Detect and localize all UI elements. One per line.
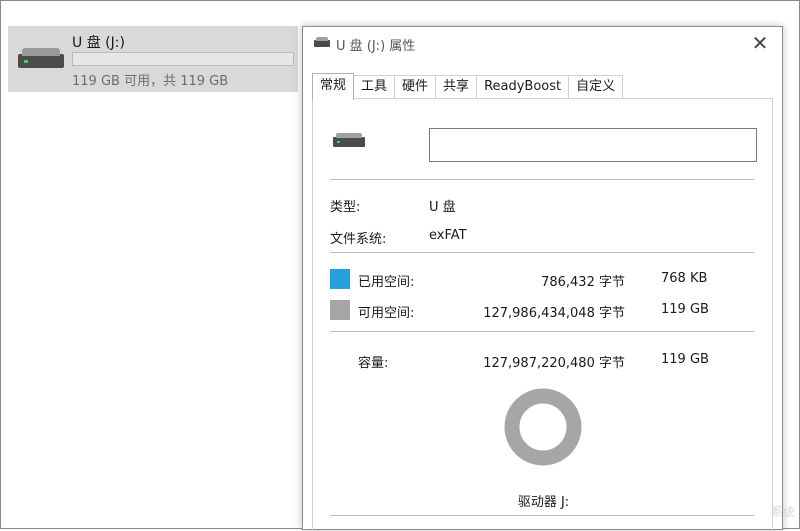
- filesystem-value: exFAT: [429, 228, 467, 243]
- separator: [330, 252, 754, 253]
- used-space-swatch: [330, 269, 350, 289]
- dialog-titlebar[interactable]: U 盘 (J:) 属性 ✕: [303, 27, 782, 59]
- separator: [330, 515, 754, 516]
- free-space-bytes: 127,986,434,048 字节: [483, 306, 625, 321]
- capacity-size: 119 GB: [661, 352, 709, 367]
- capacity-label: 容量:: [358, 356, 389, 371]
- type-label: 类型:: [330, 200, 361, 215]
- drive-letter-label: 驱动器 J:: [517, 495, 570, 510]
- free-space-label: 可用空间:: [358, 306, 415, 321]
- separator: [330, 179, 754, 180]
- used-space-bytes: 786,432 字节: [541, 275, 625, 290]
- drive-title-icon: [314, 37, 330, 47]
- dialog-title: U 盘 (J:) 属性: [336, 39, 416, 54]
- close-button[interactable]: ✕: [742, 29, 778, 57]
- used-space-size: 768 KB: [661, 271, 708, 286]
- screenshot-frame: U 盘 (J:) 119 GB 可用，共 119 GB U 盘 (J:) 属性 …: [0, 0, 800, 531]
- tab-general[interactable]: 常规: [312, 73, 355, 100]
- filesystem-label: 文件系统:: [330, 232, 387, 247]
- separator: [330, 331, 754, 332]
- tab-strip: 常规 工具 硬件 共享 ReadyBoost 自定义: [312, 73, 624, 100]
- tab-hardware[interactable]: 硬件: [394, 75, 437, 99]
- tab-sharing[interactable]: 共享: [435, 75, 478, 99]
- tab-readyboost[interactable]: ReadyBoost: [476, 75, 570, 99]
- watermark: 系统: [770, 505, 795, 519]
- volume-label-input[interactable]: [429, 128, 757, 162]
- properties-dialog: U 盘 (J:) 属性 ✕ 常规 工具 硬件 共享 ReadyBoost 自定义…: [302, 26, 783, 531]
- drive-icon: [333, 133, 365, 147]
- drive-usage-bar: [72, 52, 294, 66]
- usb-drive-icon: [18, 48, 64, 68]
- free-space-size: 119 GB: [661, 302, 709, 317]
- usage-donut-chart: [504, 388, 582, 466]
- tab-tools[interactable]: 工具: [353, 75, 396, 99]
- drive-name: U 盘 (J:): [72, 35, 125, 51]
- donut-free-ring: [504, 388, 582, 466]
- used-space-label: 已用空间:: [358, 275, 415, 290]
- explorer-drive-tile[interactable]: U 盘 (J:) 119 GB 可用，共 119 GB: [8, 26, 298, 92]
- type-value: U 盘: [429, 200, 456, 215]
- capacity-bytes: 127,987,220,480 字节: [483, 356, 625, 371]
- drive-size-text: 119 GB 可用，共 119 GB: [72, 74, 229, 89]
- tab-customize[interactable]: 自定义: [568, 75, 624, 99]
- general-panel: 类型: U 盘 文件系统: exFAT 已用空间: 786,432 字节 768…: [312, 98, 773, 531]
- free-space-swatch: [330, 300, 350, 320]
